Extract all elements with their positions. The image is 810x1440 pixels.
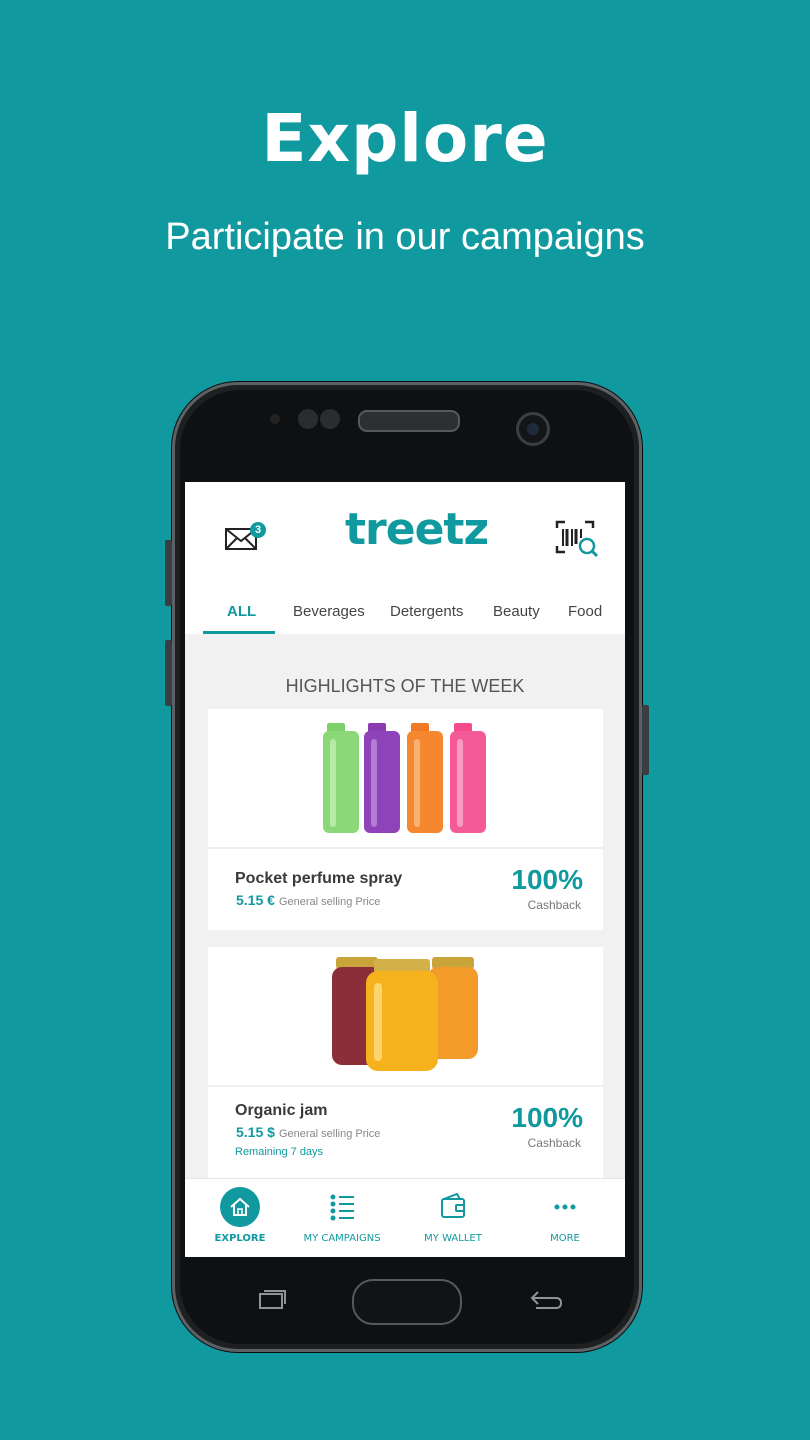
volume-button [165, 540, 172, 606]
price-label: General selling Price [278, 896, 381, 908]
active-tab-indicator [203, 631, 275, 634]
section-title: HIGHLIGHTS OF THE WEEK [285, 676, 525, 696]
cashback-percent: 100% [511, 864, 583, 895]
home-icon [220, 1187, 260, 1227]
nav-label: EXPLORE [214, 1233, 266, 1244]
cashback-label: Cashback [527, 1136, 581, 1150]
category-tabs: ALL Beverages Detergents Beauty Food [185, 594, 625, 634]
remaining-days: Remaining 7 days [235, 1146, 324, 1158]
front-sensor [270, 414, 280, 424]
power-button [642, 705, 649, 775]
jam-jars-image [208, 947, 603, 1087]
nav-label: MORE [550, 1233, 580, 1244]
price-value: 5.15 € [236, 892, 275, 908]
nav-more[interactable]: MORE [510, 1179, 620, 1257]
barcode-search-icon[interactable] [555, 520, 599, 558]
hero-subtitle: Participate in our campaigns [165, 216, 645, 258]
front-camera [516, 412, 550, 446]
treetz-logo: treetz [345, 504, 489, 555]
back-icon[interactable] [530, 1288, 564, 1319]
tab-beauty[interactable]: Beauty [493, 603, 540, 620]
app-header: 3 treetz ALL Beverages Detergents Beauty… [185, 482, 625, 634]
volume-button-2 [165, 640, 172, 706]
shampoo-bottles-image [208, 709, 603, 849]
hero-title: Explore [261, 100, 549, 177]
front-sensor-3 [320, 409, 340, 429]
hardware-home-button[interactable] [352, 1279, 462, 1325]
tab-food[interactable]: Food [568, 603, 602, 620]
cashback-percent: 100% [511, 1102, 583, 1133]
front-sensor-2 [298, 409, 318, 429]
nav-label: MY WALLET [424, 1233, 482, 1244]
nav-explore[interactable]: EXPLORE [185, 1179, 295, 1257]
nav-my-campaigns[interactable]: MY CAMPAIGNS [287, 1179, 397, 1257]
price-label: General selling Price [278, 1128, 381, 1140]
campaign-name: Pocket perfume spray [235, 870, 403, 887]
nav-label: MY CAMPAIGNS [303, 1233, 381, 1244]
campaign-card[interactable]: Pocket perfume spray 5.15 € General selli… [208, 709, 603, 930]
more-icon [545, 1187, 585, 1227]
campaign-name: Organic jam [235, 1102, 328, 1119]
app-screen: 3 treetz ALL Beverages Detergents Beauty… [185, 482, 625, 1257]
recent-apps-icon[interactable] [256, 1288, 288, 1319]
list-icon [322, 1187, 362, 1227]
campaign-card[interactable]: Organic jam 5.15 $ General selling Price … [208, 947, 603, 1187]
earpiece-speaker [358, 410, 460, 432]
nav-my-wallet[interactable]: MY WALLET [398, 1179, 508, 1257]
cashback-label: Cashback [527, 898, 581, 912]
campaign-price: 5.15 $ General selling Price [236, 1124, 380, 1140]
tab-beverages[interactable]: Beverages [293, 603, 365, 620]
bottom-nav: EXPLORE MY CAMPAIGNS MY WALLET MORE [185, 1178, 625, 1257]
tab-detergents[interactable]: Detergents [390, 603, 463, 620]
campaign-price: 5.15 € General selling Price [236, 892, 380, 908]
tab-all[interactable]: ALL [227, 603, 256, 620]
mail-badge: 3 [250, 522, 266, 538]
price-value: 5.15 $ [236, 1124, 275, 1140]
wallet-icon [433, 1187, 473, 1227]
